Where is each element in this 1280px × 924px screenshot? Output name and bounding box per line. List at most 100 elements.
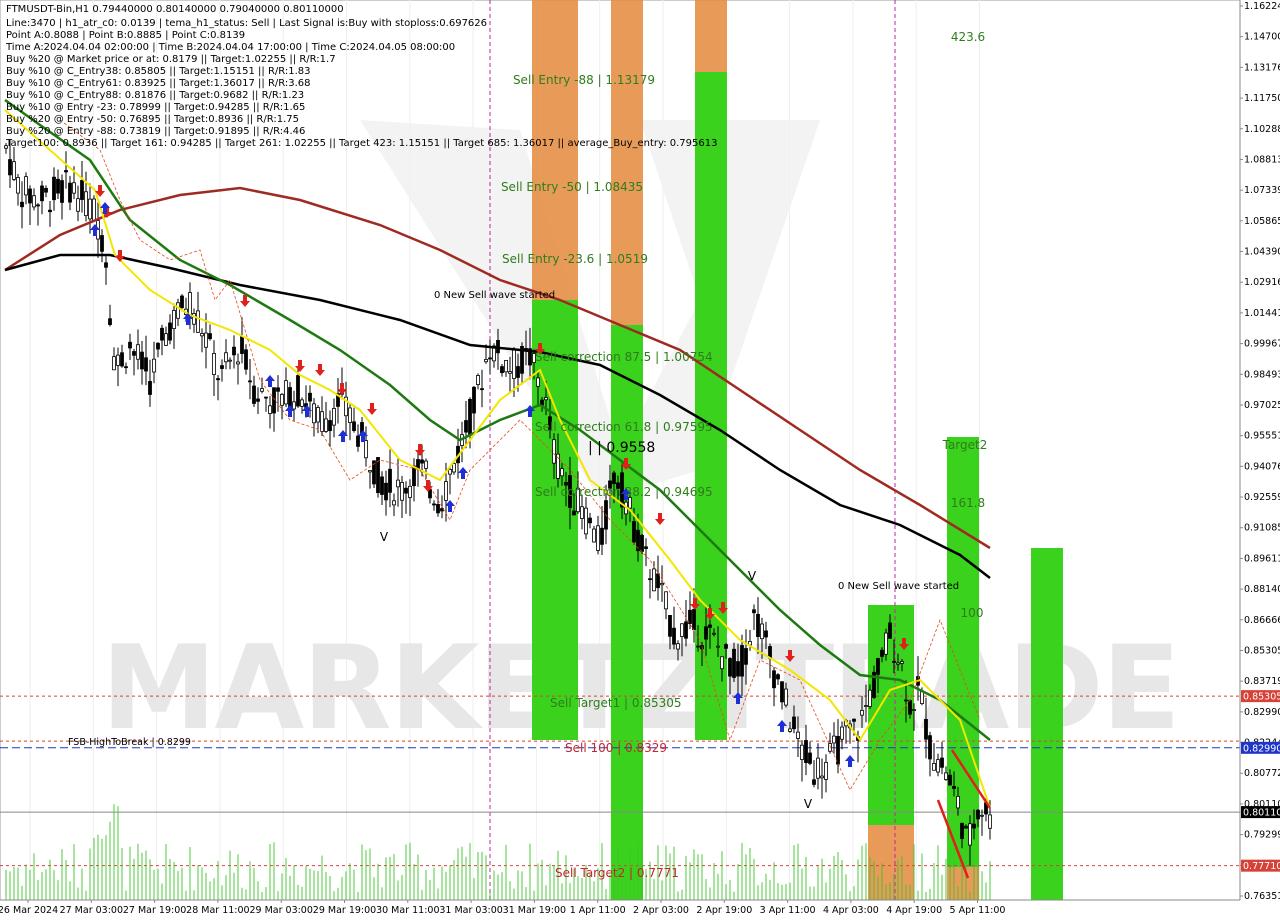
candle-body: [472, 386, 476, 414]
candle-body: [688, 609, 692, 624]
price-tick-label: 0.82990: [1244, 707, 1280, 718]
time-tick-label: 2 Apr 03:00: [633, 905, 689, 916]
signal-zone-bar: [611, 0, 643, 325]
price-chart[interactable]: MARKETZITRADE Sell Entry -88 | 1.13179Se…: [0, 0, 1280, 920]
candle-body: [176, 302, 180, 319]
candle-body: [964, 825, 968, 829]
candle-body: [744, 648, 748, 665]
candle-body: [84, 191, 88, 217]
candle-body: [400, 482, 404, 501]
candle-body: [240, 336, 244, 354]
candle-body: [724, 644, 728, 649]
candle-body: [488, 357, 492, 360]
candle-body: [348, 407, 352, 423]
candle-body: [852, 718, 856, 722]
candle-body: [292, 401, 296, 410]
zone-label: Target2: [942, 438, 988, 452]
info-line: Buy %10 @ Entry -23: 0.78999 || Target:0…: [6, 102, 305, 113]
wave-marker: V: [804, 797, 813, 811]
candle-body: [932, 763, 936, 771]
candle-body: [424, 460, 428, 469]
price-highlight-label: 0.85305: [1243, 692, 1280, 703]
time-tick-label: 4 Apr 03:00: [823, 905, 879, 916]
info-line: Point A:0.8088 | Point B:0.8885 | Point …: [6, 30, 245, 41]
candle-body: [988, 814, 992, 829]
candle-body: [308, 392, 312, 402]
time-tick-label: 4 Apr 19:00: [886, 905, 942, 916]
candle-body: [904, 699, 908, 702]
candle-body: [452, 463, 456, 473]
candle-body: [824, 762, 828, 780]
candle-body: [464, 420, 468, 433]
candle-body: [912, 709, 916, 711]
candle-body: [368, 470, 372, 473]
price-tick-label: 0.85305: [1244, 645, 1280, 656]
price-tick-label: 1.10288: [1244, 124, 1280, 135]
candle-body: [312, 403, 316, 424]
candle-body: [128, 341, 132, 349]
candle-body: [920, 691, 924, 704]
price-tick-label: 0.95551: [1244, 431, 1280, 442]
candle-body: [776, 674, 780, 680]
candle-body: [180, 295, 184, 309]
candle-body: [664, 591, 668, 610]
time-tick-label: 2 Apr 19:00: [696, 905, 752, 916]
zone-label: Sell 100 | 0.8329: [565, 741, 667, 755]
candle-body: [380, 476, 384, 495]
candle-body: [508, 371, 512, 374]
candle-body: [560, 468, 564, 477]
candle-body: [792, 716, 796, 730]
candle-body: [416, 459, 420, 470]
price-tick-label: 0.97025: [1244, 400, 1280, 411]
candle-body: [892, 661, 896, 663]
candle-body: [780, 681, 784, 703]
candle-body: [20, 201, 24, 208]
info-line: Line:3470 | h1_atr_c0: 0.0139 | tema_h1_…: [6, 18, 487, 29]
candle-body: [956, 795, 960, 809]
candle-body: [800, 744, 804, 760]
candle-body: [480, 388, 484, 391]
candle-body: [708, 624, 712, 628]
candle-body: [680, 623, 684, 637]
candle-body: [212, 353, 216, 375]
price-highlight-label: 0.80110: [1243, 808, 1280, 819]
candle-body: [120, 352, 124, 367]
price-tick-label: 0.86666: [1244, 615, 1280, 626]
candle-body: [940, 757, 944, 768]
price-tick-label: 0.98493: [1244, 369, 1280, 380]
info-line: Buy %10 @ C_Entry38: 0.85805 || Target:1…: [6, 66, 311, 77]
zone-label: Sell correction 61.8 | 0.97595: [535, 420, 713, 434]
price-tick-label: 0.92559: [1244, 492, 1280, 503]
candle-body: [692, 609, 696, 631]
signal-zone-bar: [695, 0, 727, 72]
candle-body: [108, 318, 112, 325]
candle-body: [80, 180, 84, 200]
candle-body: [760, 623, 764, 640]
candle-body: [864, 705, 868, 707]
price-tick-label: 0.88140: [1244, 584, 1280, 595]
candle-body: [36, 204, 40, 207]
candle-body: [268, 405, 272, 414]
candle-body: [600, 527, 604, 545]
candle-body: [208, 333, 212, 340]
price-tick-label: 0.99967: [1244, 339, 1280, 350]
price-tick-label: 1.02916: [1244, 277, 1280, 288]
price-highlight-label: 0.77710: [1243, 861, 1280, 872]
candle-body: [300, 399, 304, 407]
chart-window: MARKETZITRADE Sell Entry -88 | 1.13179Se…: [0, 0, 1280, 920]
candle-body: [536, 377, 540, 387]
candle-body: [820, 775, 824, 779]
signal-zone-bar: [611, 325, 643, 900]
chart-annotation: | | 0.9558: [588, 440, 655, 456]
candle-body: [280, 393, 284, 406]
price-axis-bg: [1240, 0, 1280, 920]
candle-body: [12, 161, 16, 180]
candle-body: [376, 457, 380, 494]
candle-body: [332, 408, 336, 426]
info-line: Buy %20 @ Entry -50: 0.76895 || Target:0…: [6, 114, 299, 125]
candle-body: [408, 485, 412, 498]
candle-body: [888, 622, 892, 639]
candle-body: [216, 378, 220, 381]
time-tick-label: 26 Mar 2024: [0, 905, 58, 916]
signal-zone-bar: [695, 72, 727, 740]
